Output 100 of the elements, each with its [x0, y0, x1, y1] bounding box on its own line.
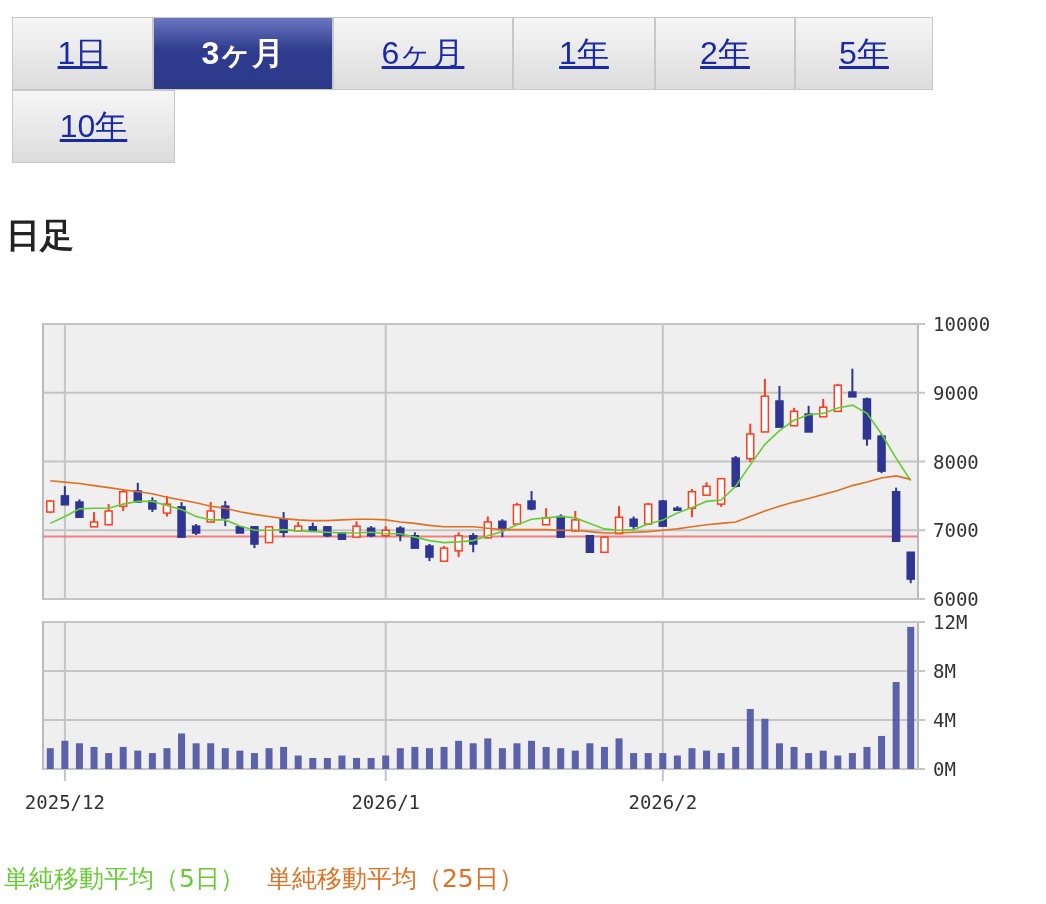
- legend-label: 単純移動平均（25日）: [266, 862, 524, 895]
- candlestick: [512, 501, 522, 525]
- volume-bar: [746, 708, 754, 769]
- candlestick: [46, 498, 55, 514]
- candlestick: [410, 531, 420, 549]
- candlestick: [221, 499, 230, 527]
- candlestick: [206, 500, 215, 523]
- volume-bar: [134, 750, 142, 769]
- volume-bar: [571, 750, 579, 769]
- period-tab[interactable]: 3ヶ月: [153, 17, 333, 90]
- volume-bar: [761, 718, 769, 769]
- candlestick: [366, 524, 376, 538]
- candlestick: [323, 524, 332, 538]
- candlestick: [687, 487, 697, 518]
- volume-bar: [498, 747, 506, 769]
- candlestick: [89, 510, 99, 528]
- candlestick: [468, 531, 478, 554]
- candlestick: [337, 531, 347, 541]
- volume-bar: [469, 743, 477, 769]
- volume-bar: [148, 752, 156, 769]
- candlestick: [848, 367, 857, 398]
- axis-label: 0M: [933, 757, 956, 780]
- volume-bar: [542, 746, 550, 769]
- candlestick: [162, 494, 172, 518]
- period-tab[interactable]: 1年: [513, 17, 655, 90]
- volume-bar: [717, 752, 725, 769]
- volume-bar: [236, 750, 244, 769]
- candlestick: [541, 507, 551, 526]
- volume-bar: [46, 747, 54, 769]
- volume-bar: [119, 746, 127, 769]
- period-tab[interactable]: 10年: [12, 90, 175, 163]
- axis-label: 9000: [933, 381, 979, 404]
- volume-bar: [265, 747, 273, 769]
- candlestick: [352, 520, 361, 538]
- volume-bar: [61, 740, 69, 769]
- volume-bar: [484, 738, 492, 769]
- date-label: 2026/2: [628, 790, 698, 813]
- period-tab[interactable]: 2年: [655, 17, 795, 90]
- volume-bar: [294, 755, 302, 769]
- candlestick: [133, 481, 143, 503]
- candlestick: [746, 422, 755, 463]
- volume-bar: [615, 738, 623, 769]
- candlestick: [250, 524, 259, 549]
- legend-label: 単純移動平均（5日）: [4, 862, 245, 895]
- candlestick: [658, 498, 668, 527]
- volume-bar: [338, 755, 346, 769]
- axis-label: 4M: [933, 708, 956, 731]
- volume-bar: [600, 746, 608, 769]
- volume-bar: [207, 743, 215, 769]
- candlestick: [60, 485, 70, 506]
- candlestick: [760, 377, 770, 433]
- volume-bar: [105, 752, 113, 769]
- volume-bar: [455, 740, 463, 769]
- candlestick: [906, 551, 915, 584]
- period-tab[interactable]: 6ヶ月: [333, 17, 513, 90]
- candlestick: [308, 521, 318, 532]
- volume-bar: [848, 752, 856, 769]
- volume-bar: [323, 757, 331, 769]
- volume-bar: [528, 740, 536, 769]
- volume-bar: [309, 757, 317, 769]
- candlestick: [716, 477, 726, 508]
- volume-bar: [513, 743, 521, 769]
- volume-bar: [834, 755, 842, 769]
- period-tab[interactable]: 5年: [795, 17, 933, 90]
- volume-bar: [644, 752, 652, 769]
- section-heading: 日足: [6, 215, 75, 256]
- candlestick: [600, 535, 609, 554]
- candlestick: [731, 454, 740, 489]
- candlestick: [804, 404, 813, 433]
- candlestick: [789, 406, 799, 427]
- volume-bar: [178, 733, 186, 769]
- volume-bar: [425, 747, 433, 769]
- volume-bar: [775, 743, 783, 769]
- candlestick: [279, 510, 288, 538]
- volume-bar: [659, 752, 667, 769]
- candlestick: [818, 397, 828, 418]
- candlestick: [75, 498, 84, 519]
- candlestick: [425, 542, 434, 562]
- candlestick: [862, 396, 872, 447]
- candlestick: [527, 489, 536, 512]
- volume-bar: [163, 747, 171, 769]
- volume-bar: [863, 746, 871, 769]
- volume-bar: [396, 747, 404, 769]
- candlestick: [702, 480, 711, 496]
- candlestick: [585, 533, 595, 554]
- candlestick: [498, 518, 507, 538]
- volume-bar: [353, 757, 361, 769]
- volume-bar: [805, 752, 813, 769]
- candlestick: [643, 501, 653, 525]
- candlestick: [439, 544, 449, 562]
- candlestick: [264, 524, 274, 544]
- volume-bar: [688, 747, 696, 769]
- candlestick: [629, 515, 638, 532]
- volume-bar: [732, 746, 740, 769]
- period-tab[interactable]: 1日: [12, 17, 153, 90]
- candlestick: [673, 505, 682, 512]
- candlestick: [177, 500, 186, 538]
- candlestick: [556, 513, 565, 538]
- volume-bar: [367, 757, 375, 769]
- volume-bar: [440, 746, 448, 769]
